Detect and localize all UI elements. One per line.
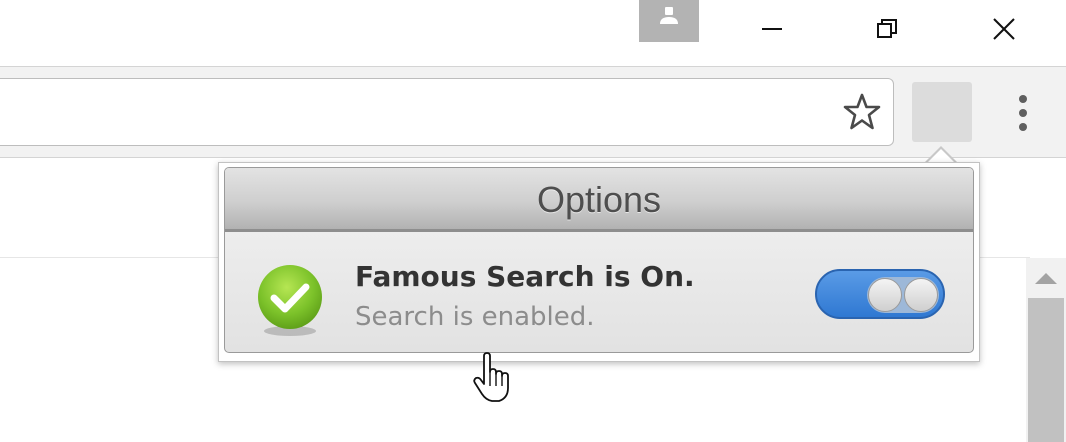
close-button[interactable] xyxy=(944,0,1064,58)
bookmark-button[interactable] xyxy=(842,92,882,132)
search-toggle[interactable] xyxy=(815,269,945,319)
more-vert-dot xyxy=(1019,123,1027,131)
scrollbar-thumb[interactable] xyxy=(1028,298,1064,442)
address-input[interactable] xyxy=(7,89,811,135)
more-vert-icon xyxy=(1019,95,1027,103)
minimize-button[interactable] xyxy=(712,0,832,58)
status-subtitle: Search is enabled. xyxy=(355,302,595,332)
toggle-knob-track xyxy=(867,277,939,313)
check-circle-icon xyxy=(255,263,325,338)
restore-button[interactable] xyxy=(827,0,947,58)
address-bar[interactable] xyxy=(0,78,894,146)
scroll-up-button[interactable] xyxy=(1026,262,1066,296)
options-header: Options xyxy=(225,168,973,232)
close-icon xyxy=(993,18,1015,40)
options-title: Options xyxy=(536,179,662,220)
more-vert-dot xyxy=(1019,109,1027,117)
profile-button[interactable] xyxy=(639,0,699,42)
restore-icon xyxy=(877,19,897,38)
title-bar xyxy=(0,0,1066,66)
extension-button[interactable] xyxy=(912,82,972,142)
options-panel: Options Famous Search is On. Search is e… xyxy=(224,167,974,353)
hand-pointer-icon xyxy=(472,352,512,404)
status-title: Famous Search is On. xyxy=(355,260,695,293)
extension-popup: Options Famous Search is On. Search is e… xyxy=(218,162,980,362)
browser-menu-button[interactable] xyxy=(1008,92,1038,136)
toggle-knob xyxy=(868,278,902,312)
person-icon xyxy=(660,7,678,24)
browser-toolbar xyxy=(0,66,1066,158)
arrow-up-icon xyxy=(1035,273,1057,284)
minimize-icon xyxy=(762,28,782,30)
star-icon xyxy=(843,93,881,130)
toggle-knob xyxy=(904,278,938,312)
